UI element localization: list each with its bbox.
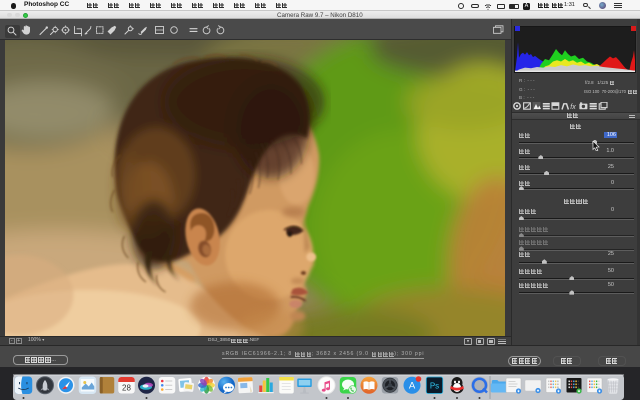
svg-text:28: 28 [122,384,131,393]
svg-text:A: A [409,381,416,392]
svg-text:Ps: Ps [430,382,439,391]
svg-text:fx: fx [570,103,576,109]
